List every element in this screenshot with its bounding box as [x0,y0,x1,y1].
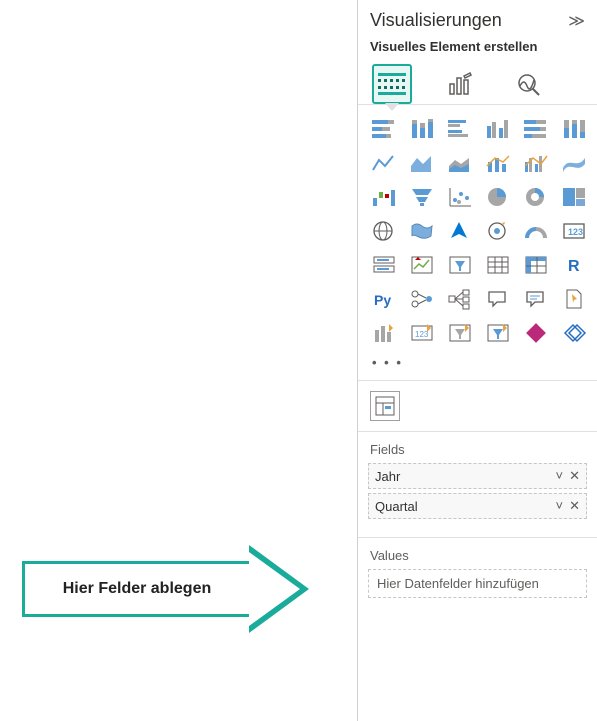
remove-field-icon[interactable]: ✕ [569,498,580,514]
panel-title: Visualisierungen [370,10,502,31]
svg-text:123: 123 [568,227,583,237]
card[interactable]: 123 [558,217,590,245]
filled-map[interactable] [406,217,438,245]
svg-text:R: R [568,258,580,275]
get-more-visuals[interactable] [558,319,590,347]
fields-layout-icon [374,395,396,417]
arcgis-map[interactable] [482,217,514,245]
hundred-stacked-bar-chart[interactable] [520,115,552,143]
visualization-gallery: 123 R Py 123 [358,105,597,353]
clustered-column-chart[interactable] [482,115,514,143]
field-pill-label: Quartal [375,499,418,514]
annotation-arrowhead [249,545,309,633]
line-clustered-column-chart[interactable] [520,149,552,177]
panel-header: Visualisierungen ≫ [358,0,597,35]
remove-field-icon[interactable]: ✕ [569,468,580,484]
decomposition-tree[interactable] [444,285,476,313]
field-pill-label: Jahr [375,469,400,484]
clustered-bar-chart[interactable] [444,115,476,143]
treemap[interactable] [558,183,590,211]
svg-text:123: 123 [415,330,429,339]
power-apps[interactable] [368,319,400,347]
fields-well[interactable]: Jahr ˅ ✕ Quartal ˅ ✕ [368,463,587,523]
field-pill-jahr[interactable]: Jahr ˅ ✕ [368,463,587,489]
matrix[interactable] [520,251,552,279]
chevron-down-icon[interactable]: ˅ [556,468,564,484]
build-row [358,381,597,431]
gauge[interactable] [520,217,552,245]
panel-subtitle: Visuelles Element erstellen [358,35,597,64]
stacked-area-chart[interactable] [444,149,476,177]
qa-visual[interactable] [482,285,514,313]
values-well-placeholder[interactable]: Hier Datenfelder hinzufügen [368,569,587,598]
app-source[interactable] [520,319,552,347]
build-visual-icon [378,73,406,95]
annotation-box: Hier Felder ablegen [22,561,252,617]
build-visual-tab[interactable] [372,64,412,104]
analytics-tab[interactable] [508,64,548,104]
ai-visual-2[interactable] [482,319,514,347]
mode-tabs [358,64,597,105]
kpi[interactable] [406,251,438,279]
slicer[interactable] [444,251,476,279]
collapse-panel-button[interactable]: ≫ [568,11,585,31]
line-chart[interactable] [368,149,400,177]
funnel-chart[interactable] [406,183,438,211]
azure-map[interactable] [444,217,476,245]
multi-row-card[interactable] [368,251,400,279]
svg-text:Py: Py [374,292,391,308]
table[interactable] [482,251,514,279]
more-visuals-button[interactable]: • • • [358,353,597,380]
ribbon-chart[interactable] [558,149,590,177]
format-visual-icon [446,70,474,98]
r-visual[interactable]: R [558,251,590,279]
visualizations-panel: Visualisierungen ≫ Visuelles Element ers… [357,0,597,721]
ai-visual-1[interactable] [444,319,476,347]
stacked-column-chart[interactable] [406,115,438,143]
annotation-label: Hier Felder ablegen [63,580,212,598]
stacked-bar-chart[interactable] [368,115,400,143]
chevron-down-icon[interactable]: ˅ [556,498,564,514]
python-visual[interactable]: Py [368,285,400,313]
key-influencers[interactable] [406,285,438,313]
values-well-label: Values [358,538,597,569]
scatter-chart[interactable] [444,183,476,211]
annotation-arrow: Hier Felder ablegen [22,545,312,633]
map[interactable] [368,217,400,245]
field-pill-quartal[interactable]: Quartal ˅ ✕ [368,493,587,519]
format-visual-tab[interactable] [440,64,480,104]
fields-well-label: Fields [358,432,597,463]
donut-chart[interactable] [520,183,552,211]
analytics-icon [514,70,542,98]
fields-layout-button[interactable] [370,391,400,421]
power-automate[interactable]: 123 [406,319,438,347]
paginated-report[interactable] [558,285,590,313]
area-chart[interactable] [406,149,438,177]
pie-chart[interactable] [482,183,514,211]
waterfall-chart[interactable] [368,183,400,211]
line-stacked-column-chart[interactable] [482,149,514,177]
smart-narrative[interactable] [520,285,552,313]
hundred-stacked-column-chart[interactable] [558,115,590,143]
